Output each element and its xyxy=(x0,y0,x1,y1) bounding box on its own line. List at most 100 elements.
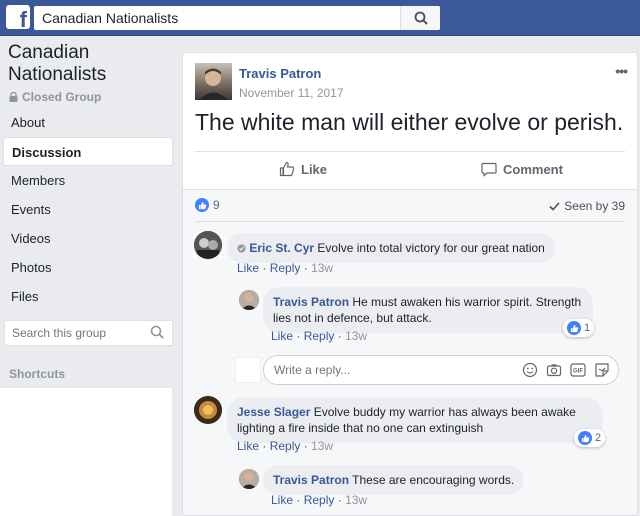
admin-badge-icon xyxy=(237,244,246,253)
checkmark-icon xyxy=(549,201,560,211)
top-bar: f xyxy=(0,0,640,36)
nav-discussion[interactable]: Discussion xyxy=(3,137,173,166)
reaction-count: 2 xyxy=(595,432,602,444)
reply-avatar[interactable] xyxy=(239,290,259,310)
reactions-summary[interactable]: 9 xyxy=(195,198,220,212)
global-search xyxy=(34,6,440,30)
comment-icon xyxy=(481,162,497,177)
comment-author[interactable]: Jesse Slager xyxy=(237,405,310,419)
separator: · xyxy=(296,493,301,507)
reply-reply-link[interactable]: Reply xyxy=(304,493,335,507)
thumbs-up-icon xyxy=(279,161,295,177)
seen-by[interactable]: Seen by 39 xyxy=(549,199,625,213)
reply-input[interactable] xyxy=(264,356,494,384)
global-search-input[interactable] xyxy=(34,6,394,30)
post-date[interactable]: November 11, 2017 xyxy=(239,86,344,100)
divider xyxy=(195,151,625,152)
lock-icon xyxy=(9,92,18,102)
separator: · xyxy=(337,329,342,343)
svg-text:GIF: GIF xyxy=(573,369,583,375)
group-nav: About Discussion Members Events Videos P… xyxy=(0,108,180,311)
comment-author[interactable]: Eric St. Cyr xyxy=(249,241,314,255)
current-user-avatar xyxy=(235,357,261,383)
divider xyxy=(195,221,625,222)
separator: · xyxy=(337,493,342,507)
reply-time[interactable]: 13w xyxy=(345,493,367,507)
commenter-avatar[interactable] xyxy=(194,231,222,259)
group-search xyxy=(4,320,173,346)
reply-reply-link[interactable]: Reply xyxy=(304,329,335,343)
reply-bubble: Travis Patron He must awaken his warrior… xyxy=(263,287,593,333)
comment-text: Evolve into total victory for our great … xyxy=(317,241,545,255)
more-options-icon[interactable]: ••• xyxy=(615,63,628,79)
reply-actions: Like · Reply · 13w xyxy=(271,329,367,343)
nav-photos[interactable]: Photos xyxy=(0,253,180,282)
like-count: 9 xyxy=(213,198,220,212)
separator: · xyxy=(303,439,308,453)
comment-button[interactable]: Comment xyxy=(481,161,563,177)
group-name-line-1: Canadian xyxy=(8,42,90,63)
reply-author[interactable]: Travis Patron xyxy=(273,473,349,487)
group-search-input[interactable] xyxy=(5,321,145,345)
comment-like-link[interactable]: Like xyxy=(237,261,259,275)
camera-icon[interactable] xyxy=(546,362,562,378)
like-label: Like xyxy=(301,161,328,177)
emoji-icon[interactable] xyxy=(522,362,538,378)
like-reaction-icon xyxy=(195,198,209,212)
gif-icon[interactable]: GIF xyxy=(570,362,586,378)
comment-bubble: Jesse Slager Evolve buddy my warrior has… xyxy=(227,397,603,443)
reply-avatar[interactable] xyxy=(239,469,259,489)
nav-members[interactable]: Members xyxy=(0,166,180,195)
nav-videos[interactable]: Videos xyxy=(0,224,180,253)
group-name[interactable]: Canadian Nationalists xyxy=(8,42,106,86)
search-button[interactable] xyxy=(400,6,440,30)
nav-about[interactable]: About xyxy=(0,108,180,137)
separator: · xyxy=(262,439,267,453)
left-sidebar: Canadian Nationalists Closed Group About… xyxy=(0,36,180,516)
separator: · xyxy=(296,329,301,343)
group-type-label: Closed Group xyxy=(22,90,102,104)
post-card: Travis Patron November 11, 2017 ••• The … xyxy=(182,52,638,516)
facebook-logo[interactable]: f xyxy=(6,5,30,29)
post-author[interactable]: Travis Patron xyxy=(239,66,321,81)
comment-like-link[interactable]: Like xyxy=(237,439,259,453)
reply-composer: GIF xyxy=(263,355,619,385)
reply-text: These are encouraging words. xyxy=(352,473,515,487)
reply-like-link[interactable]: Like xyxy=(271,329,293,343)
post-text: The white man will either evolve or peri… xyxy=(195,109,624,135)
nav-events[interactable]: Events xyxy=(0,195,180,224)
reply-reactions[interactable]: 1 xyxy=(563,319,595,337)
composer-icons: GIF xyxy=(522,362,610,378)
search-icon[interactable] xyxy=(150,325,164,339)
like-button[interactable]: Like xyxy=(279,161,327,177)
comment-time[interactable]: 13w xyxy=(311,439,333,453)
reply-like-link[interactable]: Like xyxy=(271,493,293,507)
reply-actions: Like · Reply · 13w xyxy=(271,493,367,507)
comment-actions: Like · Reply · 13w xyxy=(237,439,333,453)
comment-bubble: Eric St. Cyr Evolve into total victory f… xyxy=(227,233,555,263)
group-privacy: Closed Group xyxy=(9,90,101,104)
search-icon xyxy=(414,11,428,25)
group-name-line-2: Nationalists xyxy=(8,64,107,85)
reply-time[interactable]: 13w xyxy=(345,329,367,343)
like-reaction-icon xyxy=(578,431,592,445)
reply-bubble: Travis Patron These are encouraging word… xyxy=(263,465,525,495)
separator: · xyxy=(303,261,308,275)
comment-reactions[interactable]: 2 xyxy=(574,429,606,447)
separator: · xyxy=(262,261,267,275)
reaction-count: 1 xyxy=(584,322,591,334)
reply-author[interactable]: Travis Patron xyxy=(273,295,349,309)
nav-files[interactable]: Files xyxy=(0,282,180,311)
comment-reply-link[interactable]: Reply xyxy=(270,439,301,453)
like-reaction-icon xyxy=(567,321,581,335)
commenter-avatar[interactable] xyxy=(194,396,222,424)
comment-actions: Like · Reply · 13w xyxy=(237,261,333,275)
comment-reply-link[interactable]: Reply xyxy=(270,261,301,275)
comment-time[interactable]: 13w xyxy=(311,261,333,275)
seen-by-label: Seen by 39 xyxy=(564,199,625,213)
comment-label: Comment xyxy=(503,161,563,177)
shortcuts-panel xyxy=(0,388,172,516)
author-avatar[interactable] xyxy=(195,63,232,100)
sticker-icon[interactable] xyxy=(594,362,610,378)
shortcuts-heading: Shortcuts xyxy=(9,367,66,381)
